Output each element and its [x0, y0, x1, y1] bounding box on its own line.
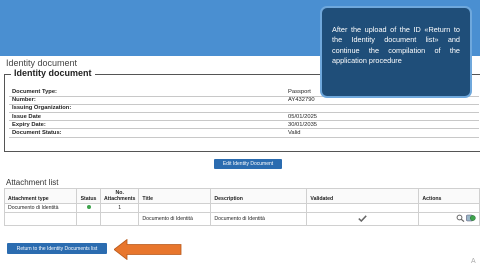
status-cell — [76, 203, 101, 213]
status-ok-icon — [86, 205, 91, 209]
validated-cell — [306, 212, 420, 226]
col-title: Title — [138, 188, 212, 204]
validated-check-icon — [358, 214, 368, 224]
col-description: Description — [210, 188, 308, 204]
edit-identity-document-button[interactable]: Edit Identity Document — [214, 159, 282, 169]
detail-row-expiry-date: Expiry Date: 30/01/2035 — [9, 120, 479, 130]
detail-label: Issue Date — [9, 112, 285, 122]
attachment-type-cell: Documento di Identità — [4, 203, 77, 213]
detail-label: Number: — [9, 96, 285, 105]
attachment-title-cell: Documento di Identità — [138, 212, 212, 226]
fieldset-legend: Identity document — [11, 68, 95, 78]
actions-cell — [418, 212, 480, 226]
page-section-heading: Identity document — [6, 58, 78, 68]
col-actions: Actions — [418, 188, 480, 204]
detail-value: 05/01/2025 — [285, 112, 479, 122]
col-no-attachments: No. Attachments — [99, 188, 140, 204]
col-validated: Validated — [306, 188, 420, 204]
empty-cell — [306, 203, 420, 213]
attachment-count-cell: 1 — [99, 203, 140, 213]
return-to-identity-documents-list-button[interactable]: Return to the Identity Documents list — [7, 243, 107, 254]
detail-value: 30/01/2035 — [285, 120, 479, 130]
detail-value — [285, 104, 479, 114]
attachment-description-cell: Documento di Identità — [210, 212, 308, 226]
col-status: Status — [76, 188, 101, 204]
instruction-callout: After the upload of the ID «Return to th… — [320, 6, 472, 98]
empty-cell — [418, 203, 480, 213]
corner-mark: A — [471, 258, 476, 265]
attachment-list-title: Attachment list — [6, 178, 59, 187]
view-attachment-icon[interactable] — [456, 214, 466, 224]
detail-label: Issuing Organization: — [9, 104, 285, 114]
detail-label: Document Type: — [9, 88, 285, 97]
detail-row-document-status: Document Status: Valid — [9, 128, 479, 138]
attachment-file-row: Documento di Identità Documento di Ident… — [4, 212, 480, 226]
detail-row-issuing-organization: Issuing Organization: — [9, 104, 479, 114]
detail-row-issue-date: Issue Date 05/01/2025 — [9, 112, 479, 122]
empty-cell — [4, 212, 77, 226]
empty-cell — [76, 212, 101, 226]
download-attachment-icon[interactable] — [466, 214, 476, 224]
attachment-table: Attachment type Status No. Attachments T… — [4, 188, 480, 226]
attachment-header-row: Attachment type Status No. Attachments T… — [4, 188, 480, 204]
col-attachment-type: Attachment type — [4, 188, 77, 204]
attachment-list: Attachment type Status No. Attachments T… — [4, 188, 480, 226]
empty-cell — [138, 203, 212, 213]
arrow-pointer-icon — [113, 238, 182, 265]
attachment-group-row: Documento di Identità 1 — [4, 203, 480, 213]
empty-cell — [99, 212, 140, 226]
empty-cell — [210, 203, 308, 213]
detail-value: Valid — [285, 128, 479, 138]
col-no-attachments-line2: Attachments — [104, 196, 136, 202]
detail-label: Expiry Date: — [9, 120, 285, 130]
detail-label: Document Status: — [9, 128, 285, 138]
